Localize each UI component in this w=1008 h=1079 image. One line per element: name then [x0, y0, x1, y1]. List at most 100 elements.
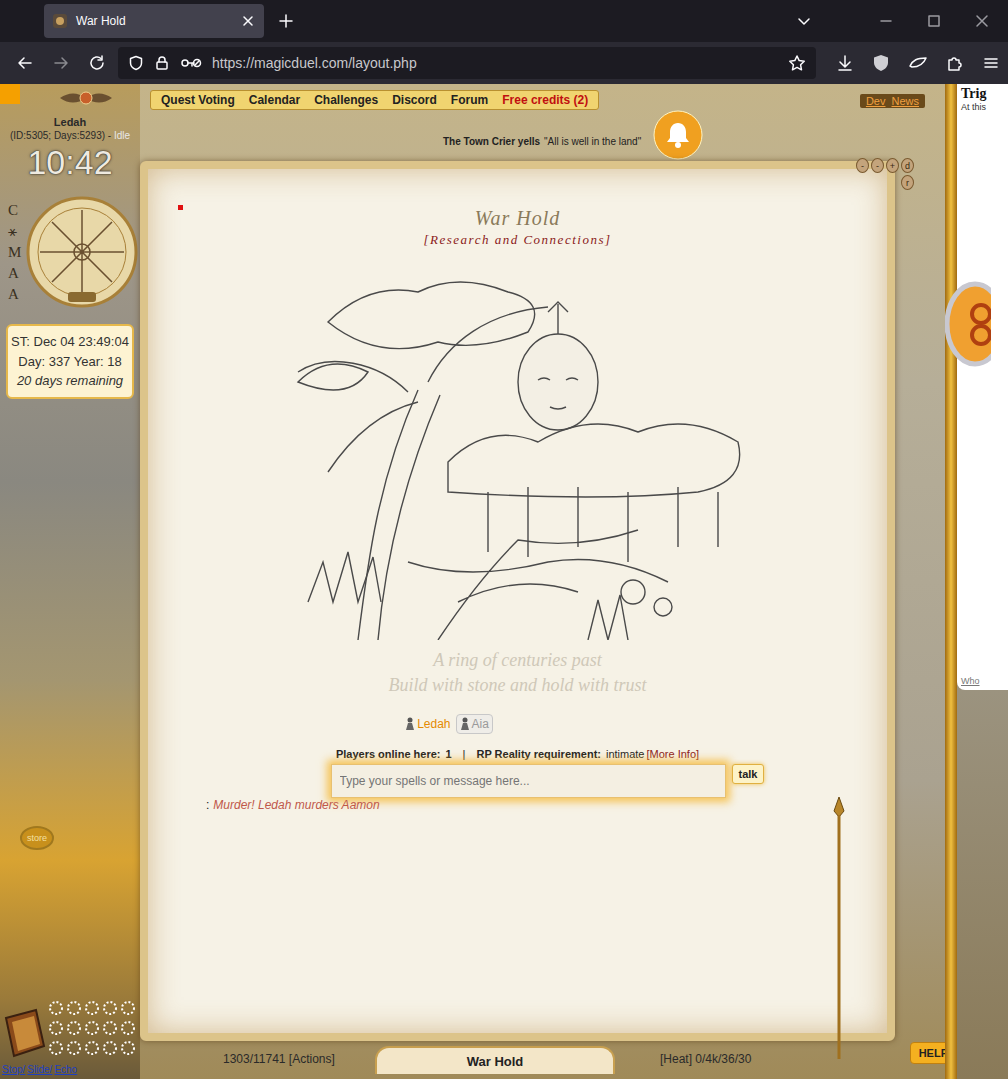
bell-icon[interactable]	[653, 110, 703, 160]
left-top	[0, 84, 140, 110]
menu-item[interactable]: Quest Voting	[161, 93, 235, 107]
online-label: Players online here:	[336, 748, 441, 760]
location-illustration	[288, 262, 748, 640]
game-page: Ledah(ID:5305; Days:5293) - Idle10:42C⚹M…	[0, 84, 1008, 1079]
download-icon[interactable]	[836, 54, 854, 72]
footer-link[interactable]: Stop/	[2, 1064, 25, 1075]
more-info-link[interactable]: [More Info]	[647, 748, 700, 760]
message-text: Murder! Ledah murders Aamon	[213, 798, 379, 812]
status-bar: 1303/11741 [Actions]War Hold[Heat] 0/4k/…	[140, 1040, 945, 1074]
player-chip[interactable]: Ledah	[402, 715, 453, 733]
url-text: https://magicduel.com/layout.php	[212, 55, 778, 71]
actions-count[interactable]: 1303/11741 [Actions]	[223, 1052, 375, 1074]
dev-news-links: DevNews	[860, 94, 925, 108]
menu-item[interactable]: Forum	[451, 93, 488, 107]
back-icon[interactable]	[16, 54, 34, 72]
menu-item[interactable]: Discord	[392, 93, 437, 107]
player-figure-icon	[460, 717, 470, 731]
tab-title: War Hold	[76, 14, 232, 28]
player-chip[interactable]: Aia	[456, 714, 493, 734]
zoom-button[interactable]: +	[886, 158, 899, 173]
menu-item[interactable]: Calendar	[249, 93, 300, 107]
nav-bar: https://magicduel.com/layout.php	[0, 42, 1008, 84]
verse-line: A ring of centuries past	[388, 648, 646, 673]
footer-link[interactable]: Slide/	[27, 1064, 52, 1075]
talk-button[interactable]: talk	[732, 764, 765, 784]
side-letter[interactable]: ⚹	[8, 223, 22, 240]
crier-message: "All is well in the land"	[544, 136, 641, 147]
center-column: Quest Voting Calendar Challenges Discord For…	[140, 84, 945, 1079]
gold-strip-lower	[945, 690, 957, 1079]
footer-link[interactable]: Echo	[54, 1064, 77, 1075]
site-favicon-icon	[52, 13, 68, 29]
crier-text: The Town Crier yells"All is well in the …	[443, 136, 641, 147]
crier-row: The Town Crier yells"All is well in the …	[140, 110, 945, 160]
left-column: Ledah(ID:5305; Days:5293) - Idle10:42C⚹M…	[0, 84, 140, 1079]
message-line: :Murder! Ledah murders Aamon	[206, 798, 887, 812]
ublock-icon[interactable]	[872, 54, 890, 72]
menu-item[interactable]: Free credits (2)	[502, 93, 588, 107]
right-column: TrigAt thisWho	[945, 84, 1008, 1079]
side-letter[interactable]: A	[8, 265, 22, 282]
online-count: 1	[445, 748, 451, 760]
browser-tab[interactable]: War Hold	[44, 4, 264, 38]
close-icon[interactable]	[240, 13, 256, 29]
close-window-icon[interactable]	[974, 13, 990, 29]
url-bar[interactable]: https://magicduel.com/layout.php	[118, 47, 816, 79]
player-info-row: (ID:5305; Days:5293) - Idle	[0, 128, 140, 141]
player-chip-name: Ledah	[417, 717, 450, 731]
zoom-button[interactable]: -	[871, 158, 884, 173]
compass-icon	[26, 196, 138, 308]
rp-label: RP Reality requirement:	[476, 748, 601, 760]
side-letter[interactable]: M	[8, 244, 22, 261]
forward-icon[interactable]	[52, 54, 70, 72]
new-tab-icon[interactable]	[278, 13, 294, 29]
server-time-box: ST: Dec 04 23:49:04Day: 337 Year: 1820 d…	[6, 324, 134, 399]
panel-text: At this	[961, 102, 1004, 112]
alert-square	[0, 84, 20, 104]
location-subtitle: [Research and Connections]	[424, 232, 612, 248]
store-button[interactable]: store	[20, 826, 54, 850]
top-link[interactable]: Dev	[864, 95, 888, 107]
footer-links: Stop/Slide/Echo	[0, 1060, 140, 1079]
gold-strip	[945, 84, 957, 690]
zoom-button[interactable]: r	[901, 175, 914, 190]
emblem-icon	[58, 88, 114, 108]
verse-line: Build with stone and hold with trust	[388, 673, 646, 698]
player-status: Idle	[114, 130, 130, 141]
player-info: (ID:5305; Days:5293) -	[10, 130, 114, 141]
chat-row: talk	[331, 764, 765, 798]
menu-item[interactable]: Challenges	[314, 93, 378, 107]
side-letters: C⚹MAA	[0, 202, 22, 303]
bookmark-star-icon[interactable]	[788, 54, 806, 72]
spear-icon	[832, 797, 846, 1059]
zoom-button[interactable]: -	[856, 158, 869, 173]
panel-footer[interactable]: Who	[961, 676, 1004, 688]
spacer	[961, 112, 1004, 676]
bottom-left-icons	[0, 1000, 140, 1060]
days-remaining: 20 days remaining	[10, 371, 130, 391]
spellbook-icon[interactable]	[2, 1008, 46, 1060]
zoom-button[interactable]: d	[901, 158, 914, 173]
trigger-panel: TrigAt thisWho	[957, 84, 1008, 690]
server-day: Day: 337 Year: 18	[10, 352, 130, 372]
player-figure-icon	[405, 717, 415, 731]
message-log: :Murder! Ledah murders Aamon	[148, 798, 887, 812]
menu-icon[interactable]	[982, 54, 1000, 72]
separator: |	[463, 748, 466, 760]
reload-icon[interactable]	[88, 54, 106, 72]
maximize-icon[interactable]	[926, 13, 942, 29]
heat-status: [Heat] 0/4k/36/30	[660, 1052, 751, 1074]
chat-input[interactable]	[331, 764, 726, 798]
minimize-icon[interactable]	[878, 13, 894, 29]
shield-icon	[128, 55, 144, 71]
side-letter[interactable]: C	[8, 202, 22, 219]
top-link[interactable]: News	[889, 95, 921, 107]
zoom-controls: --+dr	[852, 158, 914, 190]
side-letter[interactable]: A	[8, 286, 22, 303]
tab-list-icon[interactable]	[796, 13, 812, 29]
puzzle-icon[interactable]	[946, 54, 964, 72]
right-top: TrigAt thisWho	[945, 84, 1008, 690]
extension-icon[interactable]	[908, 54, 928, 72]
location-title: War Hold	[475, 207, 561, 230]
